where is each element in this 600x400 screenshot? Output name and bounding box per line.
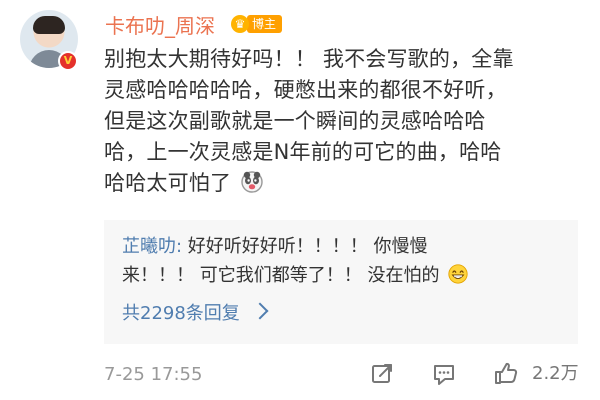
post-line-2: 灵感哈哈哈哈哈，硬憋出来的都很不好听， (104, 78, 507, 102)
comment-icon (434, 365, 454, 385)
weibo-comment-card: V 卡布叻_周深 ♛ 博主 别抱太大期待好吗！！ 我不会写歌的，全靠 灵感哈哈哈… (0, 0, 600, 400)
more-replies-label: 共2298条回复 (122, 303, 240, 324)
reply-text: 芷曦叻: 好好听好好听！！！！ 你慢慢 来！！！ 可它我们都等了！！ 没在怕的 (122, 232, 562, 290)
author-badge-label: 博主 (247, 15, 283, 33)
crown-icon: ♛ (231, 15, 249, 33)
like-count: 2.2万 (532, 363, 579, 384)
more-replies-link[interactable]: 共2298条回复 (122, 301, 269, 327)
post-content: 别抱太大期待好吗！！ 我不会写歌的，全靠 灵感哈哈哈哈哈，硬憋出来的都很不好听，… (104, 44, 574, 199)
reply-line-2-text: 来！！！ 可它我们都等了！！ 没在怕的 (122, 265, 440, 286)
reply-line-1-text: 好好听好好听！！！！ 你慢慢 (182, 236, 428, 257)
share-button[interactable] (368, 357, 396, 391)
thumb-up-icon (495, 362, 518, 384)
verified-badge-icon: V (58, 51, 78, 71)
post-line-4: 哈，上一次灵感是N年前的可它的曲，哈哈 (104, 140, 502, 164)
avatar-hair (33, 16, 65, 34)
author-rank-badge: ♛ 博主 (231, 14, 283, 34)
post-line-1: 别抱太大期待好吗！！ 我不会写歌的，全靠 (104, 47, 514, 71)
chevron-right-icon (251, 302, 269, 320)
reply-preview-box[interactable]: 芷曦叻: 好好听好好听！！！！ 你慢慢 来！！！ 可它我们都等了！！ 没在怕的 … (104, 220, 578, 344)
like-button[interactable]: 2.2万 (492, 357, 579, 391)
author-name[interactable]: 卡布叻_周深 (105, 14, 215, 38)
comment-button[interactable] (430, 357, 458, 391)
reply-user[interactable]: 芷曦叻: (122, 236, 182, 257)
post-line-3: 但是这次副歌就是一个瞬间的灵感哈哈哈 (104, 109, 486, 133)
reply-line-2: 来！！！ 可它我们都等了！！ 没在怕的 (122, 261, 562, 290)
grin-emoji-icon (448, 264, 468, 284)
post-line-5: 哈哈太可怕了 (104, 171, 232, 195)
post-line-5-wrapper: 哈哈太可怕了 (104, 168, 574, 199)
post-timestamp: 7-25 17:55 (104, 364, 203, 385)
share-edit-icon (372, 364, 392, 383)
reply-line-1: 芷曦叻: 好好听好好听！！！！ 你慢慢 (122, 232, 562, 261)
panda-emoji-icon (241, 171, 263, 193)
